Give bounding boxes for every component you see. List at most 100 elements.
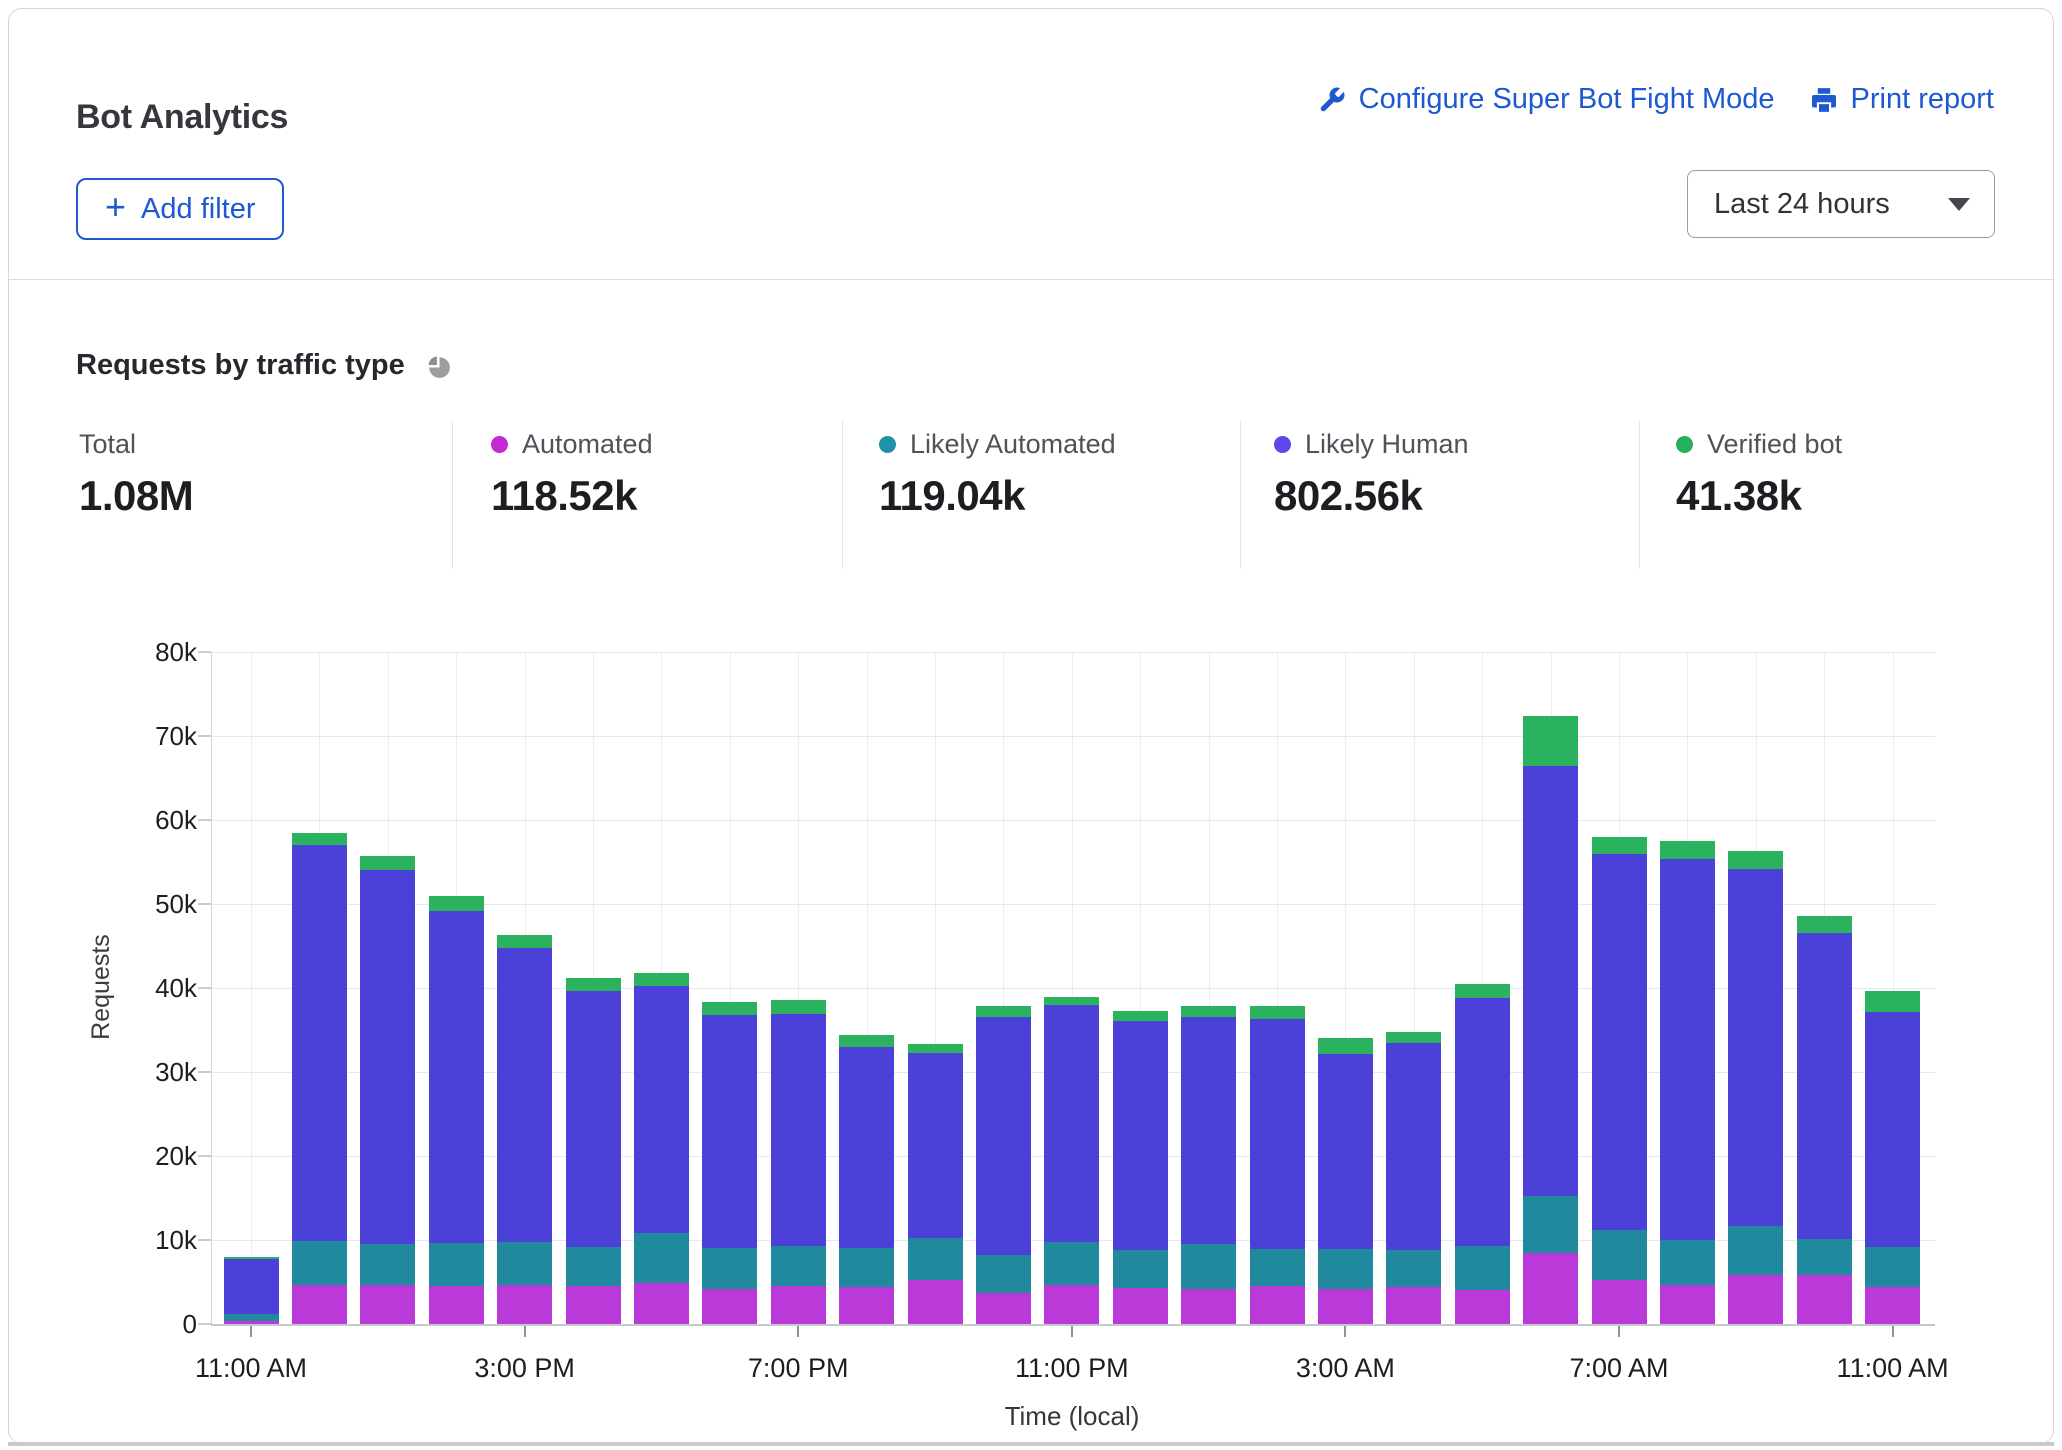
chart-bar[interactable]: [224, 1257, 279, 1324]
y-axis-tick: [198, 1155, 211, 1157]
automated-segment: [1592, 1280, 1647, 1324]
likely-automated-segment: [702, 1248, 757, 1288]
header-links: Configure Super Bot Fight Mode Print rep…: [1317, 83, 1994, 116]
automated-segment: [1728, 1275, 1783, 1324]
stat-divider: [1639, 421, 1640, 569]
h-gridline: [211, 736, 1935, 737]
likely-human-segment: [360, 870, 415, 1244]
automated-segment: [429, 1286, 484, 1324]
likely-human-segment: [839, 1047, 894, 1249]
likely-human-segment: [1181, 1017, 1236, 1245]
plus-icon: +: [105, 189, 126, 225]
verified-bot-segment: [1592, 837, 1647, 854]
y-axis-tick: [198, 735, 211, 737]
y-axis-line: [211, 652, 212, 1326]
chart-bar[interactable]: [497, 935, 552, 1324]
likely-human-legend-dot: [1274, 436, 1291, 453]
x-axis-tick: [524, 1326, 526, 1337]
stat-total-label: Total: [79, 429, 136, 460]
h-gridline: [211, 652, 1935, 653]
x-tick-label: 7:00 PM: [748, 1353, 849, 1384]
likely-automated-segment: [1386, 1250, 1441, 1287]
stat-automated-label: Automated: [522, 429, 653, 460]
likely-automated-segment: [1865, 1247, 1920, 1287]
chart-bar[interactable]: [1797, 916, 1852, 1324]
likely-human-segment: [1113, 1021, 1168, 1250]
chart-bar[interactable]: [1318, 1038, 1373, 1324]
automated-segment: [634, 1283, 689, 1324]
verified-bot-segment: [1797, 916, 1852, 933]
chart-bar[interactable]: [1592, 837, 1647, 1324]
chart-bar[interactable]: [1865, 991, 1920, 1324]
automated-segment: [1455, 1290, 1510, 1324]
likely-automated-segment: [360, 1244, 415, 1285]
verified-bot-segment: [1523, 716, 1578, 766]
likely-human-segment: [429, 911, 484, 1243]
likely-human-segment: [1250, 1019, 1305, 1249]
automated-segment: [1797, 1275, 1852, 1324]
chart-bar[interactable]: [771, 1000, 826, 1324]
chart-bar[interactable]: [1113, 1011, 1168, 1324]
likely-automated-segment: [1660, 1240, 1715, 1285]
chart-bar[interactable]: [702, 1002, 757, 1324]
chart-bar[interactable]: [1455, 984, 1510, 1324]
likely-human-segment: [1660, 859, 1715, 1240]
chart-bar[interactable]: [1523, 716, 1578, 1324]
verified-bot-segment: [1386, 1032, 1441, 1044]
configure-super-bot-fight-mode-link[interactable]: Configure Super Bot Fight Mode: [1317, 83, 1775, 116]
likely-human-segment: [1455, 998, 1510, 1246]
stat-likely-automated: Likely Automated 119.04k: [879, 429, 1116, 520]
y-tick-label: 50k: [9, 890, 197, 918]
y-tick-label: 10k: [9, 1226, 197, 1254]
chart-bar[interactable]: [292, 833, 347, 1324]
stat-verified-bot: Verified bot 41.38k: [1676, 429, 1842, 520]
x-axis-tick: [797, 1326, 799, 1337]
y-axis-tick: [198, 1239, 211, 1241]
likely-automated-segment: [976, 1255, 1031, 1293]
chart-bar[interactable]: [976, 1006, 1031, 1324]
chart-bar[interactable]: [1250, 1006, 1305, 1324]
likely-human-segment: [1386, 1043, 1441, 1250]
v-gridline: [251, 652, 252, 1326]
stat-total-value: 1.08M: [79, 472, 193, 520]
likely-automated-segment: [634, 1233, 689, 1283]
chart-bar[interactable]: [1044, 997, 1099, 1324]
x-axis-labels: 11:00 AM3:00 PM7:00 PM11:00 PM3:00 AM7:0…: [211, 1353, 1935, 1393]
likely-automated-segment: [497, 1242, 552, 1286]
stat-total: Total 1.08M: [79, 429, 193, 520]
automated-segment: [702, 1289, 757, 1324]
likely-automated-segment: [1250, 1249, 1305, 1286]
card-bottom-border: [8, 1442, 2054, 1446]
likely-human-segment: [292, 845, 347, 1241]
verified-bot-segment: [839, 1035, 894, 1047]
chart-bar[interactable]: [566, 978, 621, 1324]
h-gridline: [211, 820, 1935, 821]
chart-bar[interactable]: [839, 1035, 894, 1324]
likely-automated-segment: [1523, 1196, 1578, 1253]
chart-bar[interactable]: [634, 973, 689, 1324]
chart-bar[interactable]: [1660, 841, 1715, 1324]
chart-bar[interactable]: [908, 1044, 963, 1324]
likely-human-segment: [1523, 766, 1578, 1196]
chart-bar[interactable]: [1728, 851, 1783, 1324]
likely-human-segment: [771, 1014, 826, 1246]
y-tick-label: 80k: [9, 638, 197, 666]
add-filter-button[interactable]: + Add filter: [76, 178, 284, 240]
chart-bar[interactable]: [1386, 1032, 1441, 1324]
likely-human-segment: [497, 948, 552, 1242]
verified-bot-legend-dot: [1676, 436, 1693, 453]
stat-verified-bot-label: Verified bot: [1707, 429, 1842, 460]
time-range-select[interactable]: Last 24 hours: [1687, 170, 1995, 238]
likely-automated-segment: [771, 1246, 826, 1286]
chart-bar[interactable]: [360, 856, 415, 1324]
stat-verified-bot-value: 41.38k: [1676, 472, 1842, 520]
verified-bot-segment: [497, 935, 552, 948]
x-axis-tick: [250, 1326, 252, 1337]
print-report-link[interactable]: Print report: [1809, 83, 1994, 116]
verified-bot-segment: [1455, 984, 1510, 998]
x-tick-label: 3:00 PM: [474, 1353, 575, 1384]
x-tick-label: 7:00 AM: [1569, 1353, 1668, 1384]
verified-bot-segment: [429, 896, 484, 911]
chart-bar[interactable]: [429, 896, 484, 1324]
chart-bar[interactable]: [1181, 1006, 1236, 1324]
